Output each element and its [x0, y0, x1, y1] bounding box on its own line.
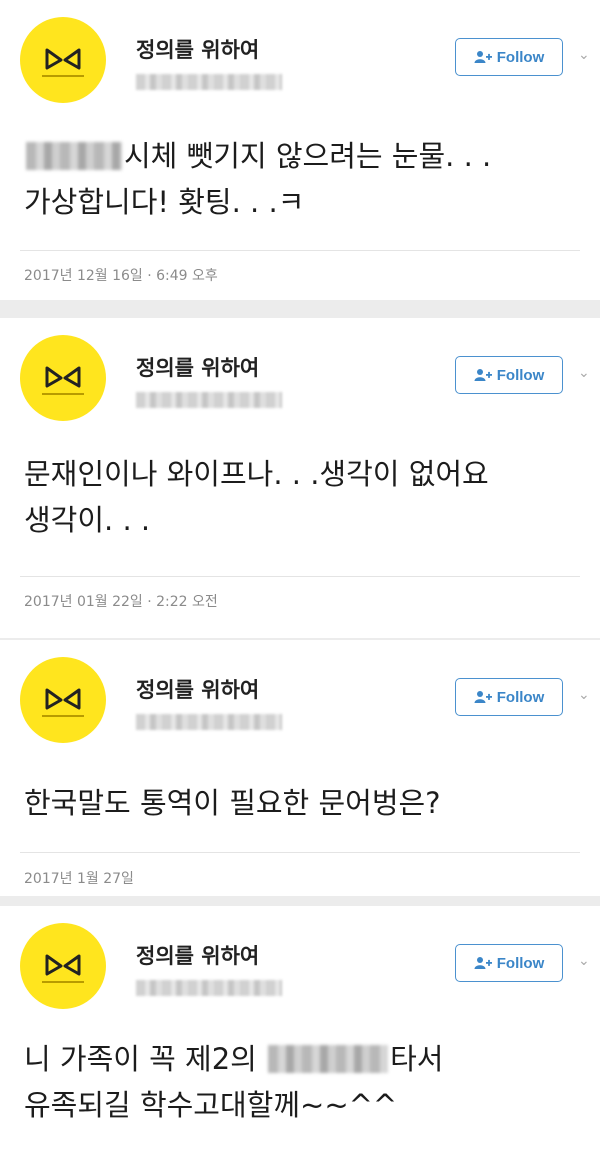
tweet-card: 정의를 위하여 Follow ⌄ 한국말도 통역이 필요한 문어벙은? 2017… — [0, 640, 600, 896]
blurred-handle — [136, 392, 282, 408]
chevron-down-icon[interactable]: ⌄ — [578, 953, 590, 969]
redacted-word — [268, 1045, 389, 1073]
tweet-text: 한국말도 통역이 필요한 문어벙은? — [24, 786, 441, 820]
display-name[interactable]: 정의를 위하여 — [136, 674, 259, 704]
tweet-card: 정의를 위하여 Follow ⌄ 시체 뺏기지 않으려는 눈물. . . 가상합… — [0, 0, 600, 300]
redacted-name — [26, 142, 122, 170]
avatar[interactable] — [20, 657, 106, 743]
divider — [20, 250, 580, 251]
follow-label: Follow — [496, 954, 545, 972]
tweet-text-content: 니 가족이 꼭 제2의 — [24, 1042, 267, 1076]
follow-label: Follow — [496, 48, 545, 66]
ribbon-logo-icon — [42, 954, 84, 983]
follow-button[interactable]: Follow — [455, 944, 563, 982]
tweet-card: 정의를 위하여 Follow ⌄ 문재인이나 와이프나. . .생각이 없어요 … — [0, 318, 600, 638]
display-name[interactable]: 정의를 위하여 — [136, 940, 259, 970]
follow-button[interactable]: Follow — [455, 356, 563, 394]
ribbon-logo-icon — [42, 688, 84, 717]
avatar[interactable] — [20, 17, 106, 103]
tweet-text: 문재인이나 와이프나. . .생각이 없어요 생각이. . . — [24, 457, 489, 537]
chevron-down-icon[interactable]: ⌄ — [578, 687, 590, 703]
avatar[interactable] — [20, 335, 106, 421]
add-user-icon — [474, 957, 492, 969]
tweet-card: 정의를 위하여 Follow ⌄ 니 가족이 꼭 제2의 타서 유족되길 학수고… — [0, 906, 600, 1153]
follow-button[interactable]: Follow — [455, 38, 563, 76]
ribbon-logo-icon — [42, 366, 84, 395]
divider — [20, 852, 580, 853]
tweet-text: 시체 뺏기지 않으려는 눈물. . . 가상합니다! 홧팅. . .ㅋ — [24, 133, 580, 225]
display-name[interactable]: 정의를 위하여 — [136, 352, 259, 382]
chevron-down-icon[interactable]: ⌄ — [578, 47, 590, 63]
avatar[interactable] — [20, 923, 106, 1009]
chevron-down-icon[interactable]: ⌄ — [578, 365, 590, 381]
add-user-icon — [474, 51, 492, 63]
add-user-icon — [474, 691, 492, 703]
timestamp[interactable]: 2017년 12월 16일 · 6:49 오후 — [24, 265, 218, 285]
add-user-icon — [474, 369, 492, 381]
blurred-handle — [136, 714, 282, 730]
follow-label: Follow — [496, 366, 545, 384]
display-name[interactable]: 정의를 위하여 — [136, 34, 259, 64]
blurred-handle — [136, 74, 282, 90]
follow-label: Follow — [496, 688, 545, 706]
divider — [20, 576, 580, 577]
timestamp[interactable]: 2017년 1월 27일 — [24, 868, 134, 888]
ribbon-logo-icon — [42, 48, 84, 77]
blurred-handle — [136, 980, 282, 996]
timestamp[interactable]: 2017년 01월 22일 · 2:22 오전 — [24, 591, 218, 611]
follow-button[interactable]: Follow — [455, 678, 563, 716]
tweet-text: 니 가족이 꼭 제2의 타서 유족되길 학수고대할께~~^^ — [24, 1036, 580, 1128]
